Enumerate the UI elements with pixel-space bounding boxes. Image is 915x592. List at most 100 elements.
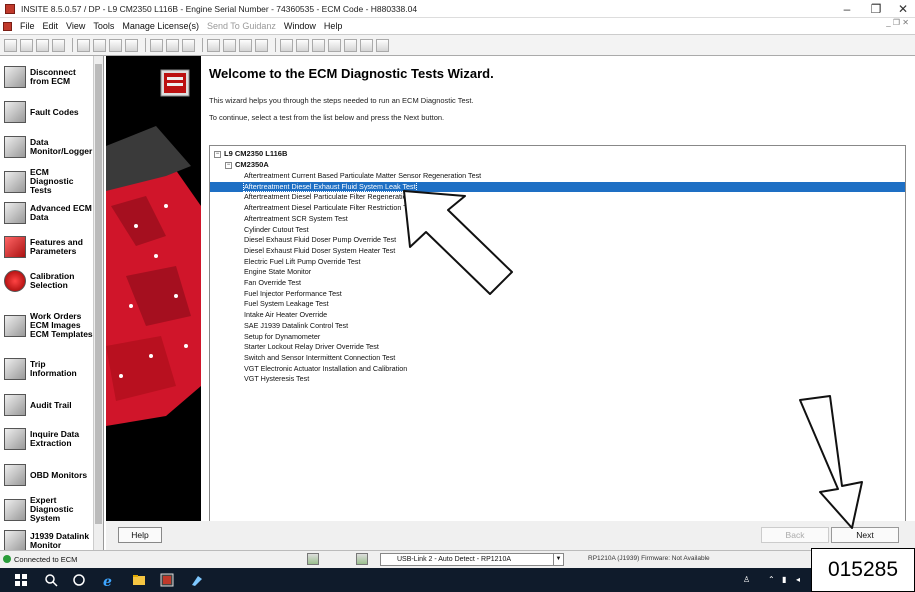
toolbar-pause-icon[interactable] <box>312 38 325 52</box>
toolbar-find-icon[interactable] <box>166 38 179 52</box>
minimize-button[interactable]: – <box>832 0 862 18</box>
toolbar-report-icon[interactable] <box>360 38 373 52</box>
test-list-item[interactable]: Aftertreatment SCR System Test <box>210 214 905 225</box>
tree-child-node[interactable]: − CM2350A <box>225 160 269 169</box>
data-monitor-icon <box>4 136 26 158</box>
toolbar-open-icon[interactable] <box>52 38 65 52</box>
sidebar-scroll-thumb[interactable] <box>95 64 102 524</box>
sidebar-item-data-monitor[interactable]: Data Monitor/Logger <box>4 136 94 158</box>
insite-app-icon[interactable] <box>160 573 174 587</box>
menu-edit[interactable]: Edit <box>43 21 59 31</box>
test-list-item[interactable]: Electric Fuel Lift Pump Override Test <box>210 257 905 268</box>
test-tree[interactable]: − L9 CM2350 L116B − CM2350A Aftertreatment… <box>209 145 906 554</box>
collapse-icon[interactable]: − <box>214 150 221 158</box>
back-button[interactable]: Back <box>761 527 829 543</box>
toolbar-record-icon[interactable] <box>280 38 293 52</box>
test-list-item[interactable]: Diesel Exhaust Fluid Doser System Heater… <box>210 246 905 257</box>
menu-view[interactable]: View <box>66 21 85 31</box>
menu-window[interactable]: Window <box>284 21 316 31</box>
test-item-label: Starter Lockout Relay Driver Override Te… <box>244 342 379 352</box>
sidebar-item-disconnect[interactable]: Disconnect from ECM <box>4 66 94 88</box>
sidebar-item-advanced-data[interactable]: Advanced ECM Data <box>4 202 94 224</box>
toolbar-cut-icon[interactable] <box>77 38 90 52</box>
next-button[interactable]: Next <box>831 527 899 543</box>
menu-manage-licenses[interactable]: Manage License(s) <box>122 21 199 31</box>
adapter-select[interactable]: USB-Link 2 - Auto Detect - RP1210A ▼ <box>380 553 564 566</box>
toolbar-settings-icon[interactable] <box>376 38 389 52</box>
menu-send-to-guidanz[interactable]: Send To Guidanz <box>207 21 276 31</box>
collapse-icon[interactable]: − <box>225 161 232 169</box>
restore-button[interactable]: ❐ <box>861 0 891 18</box>
toolbar-print-icon[interactable] <box>125 38 138 52</box>
test-list-item[interactable]: Aftertreatment Diesel Exhaust Fluid Syst… <box>210 180 905 193</box>
toolbar-paste-icon[interactable] <box>109 38 122 52</box>
sidebar-item-expert-diagnostic[interactable]: Expert Diagnostic System <box>4 496 94 523</box>
sidebar-item-calibration[interactable]: Calibration Selection <box>4 270 94 292</box>
paint-app-icon[interactable] <box>190 573 204 587</box>
menu-file[interactable]: File <box>20 21 35 31</box>
people-icon[interactable]: ♙ <box>743 575 753 585</box>
test-list-item[interactable]: Intake Air Heater Override <box>210 310 905 321</box>
sidebar-item-fault-codes[interactable]: Fault Codes <box>4 101 94 123</box>
toolbar-chart-icon[interactable] <box>223 38 236 52</box>
help-button[interactable]: Help <box>118 527 162 543</box>
search-icon[interactable] <box>44 573 58 587</box>
test-list-item[interactable]: Aftertreatment Current Based Particulate… <box>210 171 905 182</box>
sidebar-item-diagnostic-tests[interactable]: ECM Diagnostic Tests <box>4 168 94 195</box>
close-button[interactable]: ✕ <box>888 0 915 18</box>
toolbar-table-icon[interactable] <box>239 38 252 52</box>
test-list-item[interactable]: VGT Hysteresis Test <box>210 374 905 385</box>
toolbar-stop-icon[interactable] <box>328 38 341 52</box>
sidebar-item-label: Fault Codes <box>30 106 79 117</box>
test-list-item[interactable]: Fuel System Leakage Test <box>210 299 905 310</box>
sidebar-item-features[interactable]: Features and Parameters <box>4 236 94 258</box>
toolbar-connect-icon[interactable] <box>4 38 17 52</box>
toolbar-snapshot-icon[interactable] <box>344 38 357 52</box>
volume-icon[interactable]: ◂ <box>796 575 806 585</box>
test-list-item[interactable]: Starter Lockout Relay Driver Override Te… <box>210 342 905 353</box>
toolbar-disconnect-icon[interactable] <box>20 38 33 52</box>
test-list-item[interactable]: Fuel Injector Performance Test <box>210 289 905 300</box>
sidebar-item-obd-monitors[interactable]: OBD Monitors <box>4 464 94 486</box>
test-list-item[interactable]: Aftertreatment Diesel Particulate Filter… <box>210 192 905 203</box>
battery-icon[interactable]: ▮ <box>782 575 792 585</box>
sidebar-item-label: Trip Information <box>30 359 77 378</box>
test-list-item[interactable]: Switch and Sensor Intermittent Connectio… <box>210 353 905 364</box>
test-list-item[interactable]: Cylinder Cutout Test <box>210 225 905 236</box>
toolbar-preview-icon[interactable] <box>150 38 163 52</box>
menu-help[interactable]: Help <box>324 21 343 31</box>
toolbar-separator <box>202 38 203 52</box>
test-item-label: Aftertreatment Diesel Particulate Filter… <box>244 192 411 202</box>
test-list-item[interactable]: Setup for Dynamometer <box>210 332 905 343</box>
toolbar-refresh-icon[interactable] <box>207 38 220 52</box>
file-explorer-icon[interactable] <box>132 573 146 587</box>
test-list-item[interactable]: Fan Override Test <box>210 278 905 289</box>
disconnect-icon <box>4 66 26 88</box>
sidebar-item-audit-trail[interactable]: Audit Trail <box>4 394 94 416</box>
chevron-down-icon[interactable]: ▼ <box>553 554 563 565</box>
edge-browser-icon[interactable]: e <box>102 573 116 587</box>
toolbar-play-icon[interactable] <box>296 38 309 52</box>
test-list-item[interactable]: Aftertreatment Diesel Particulate Filter… <box>210 203 905 214</box>
tree-root-node[interactable]: − L9 CM2350 L116B <box>214 149 287 158</box>
toolbar-properties-icon[interactable] <box>182 38 195 52</box>
adapter-status-icon <box>307 553 319 565</box>
test-list-item[interactable]: SAE J1939 Datalink Control Test <box>210 321 905 332</box>
chevron-up-icon[interactable]: ⌃ <box>768 575 778 585</box>
test-list-item[interactable]: VGT Electronic Actuator Installation and… <box>210 364 905 375</box>
toolbar-save-icon[interactable] <box>36 38 49 52</box>
sidebar-scrollbar[interactable] <box>93 56 103 550</box>
windows-start-icon[interactable] <box>14 573 28 587</box>
toolbar-filter-icon[interactable] <box>255 38 268 52</box>
sidebar-item-label: Work Orders ECM Images ECM Templates <box>30 311 93 339</box>
sidebar-item-j1939-datalink[interactable]: J1939 Datalink Monitor <box>4 530 94 550</box>
toolbar-copy-icon[interactable] <box>93 38 106 52</box>
mdi-window-controls[interactable]: _ ❐ ✕ <box>886 18 909 27</box>
sidebar-item-inquire-data[interactable]: Inquire Data Extraction <box>4 428 94 450</box>
sidebar-item-trip-information[interactable]: Trip Information <box>4 358 94 380</box>
test-list-item[interactable]: Engine State Monitor <box>210 267 905 278</box>
menu-tools[interactable]: Tools <box>93 21 114 31</box>
test-list-item[interactable]: Diesel Exhaust Fluid Doser Pump Override… <box>210 235 905 246</box>
sidebar-item-work-orders[interactable]: Work Orders ECM Images ECM Templates <box>4 312 94 339</box>
task-view-icon[interactable] <box>72 573 86 587</box>
